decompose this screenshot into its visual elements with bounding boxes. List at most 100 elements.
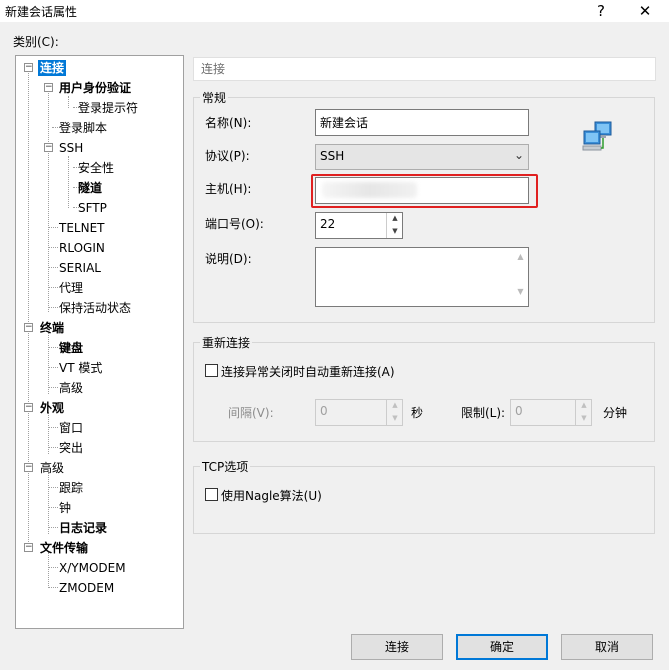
tree-line [48,472,49,534]
auto-reconnect-checkbox[interactable] [205,364,218,377]
tree-item-xymodem[interactable]: X/YMODEM [59,560,126,576]
collapse-icon[interactable]: − [24,543,33,552]
tree-item-highlight[interactable]: 突出 [59,440,83,456]
interval-spinner[interactable]: ▲ ▼ [386,400,403,425]
tree-line [48,247,58,248]
tree-item-telnet[interactable]: TELNET [59,220,105,236]
nagle-label: 使用Nagle算法(U) [221,489,322,503]
spin-down-icon[interactable]: ▼ [387,226,403,239]
tree-item-terminal-advanced[interactable]: 高级 [59,380,83,396]
spin-up-icon[interactable]: ▲ [387,213,403,226]
tree-item-keepalive[interactable]: 保持活动状态 [59,300,131,316]
chevron-down-icon: ⌄ [513,148,524,162]
tree-item-advanced[interactable]: 高级 [40,460,64,476]
collapse-icon[interactable]: − [24,403,33,412]
tree-item-logging[interactable]: 日志记录 [59,520,107,536]
tree-line [48,487,58,488]
tree-line [28,70,29,548]
tree-item-security[interactable]: 安全性 [78,160,114,176]
collapse-icon[interactable]: − [24,63,33,72]
tree-item-connection[interactable]: 连接 [38,60,67,76]
tree-item-proxy[interactable]: 代理 [59,280,83,296]
tree-item-trace[interactable]: 跟踪 [59,480,83,496]
tree-item-vt-mode[interactable]: VT 模式 [59,360,102,376]
category-label: 类别(C): [13,35,59,49]
tree-line [48,527,58,528]
tree-line [48,587,58,588]
tree-line [48,427,58,428]
tree-item-zmodem[interactable]: ZMODEM [59,580,114,596]
limit-value: 0 [515,404,523,418]
interval-unit: 秒 [411,406,424,420]
window-title: 新建会话属性 [5,5,78,19]
tree-item-file-transfer[interactable]: 文件传输 [40,540,88,556]
panel-header-title: 连接 [201,62,226,76]
collapse-icon[interactable]: − [44,143,53,152]
network-computers-icon [581,120,615,152]
tree-line [48,227,58,228]
tree-item-appearance[interactable]: 外观 [40,400,64,416]
protocol-label: 协议(P): [205,149,250,163]
tree-item-ssh[interactable]: SSH [59,140,83,156]
title-bar [0,0,669,22]
spin-up-icon[interactable]: ▲ [387,400,403,413]
host-label: 主机(H): [205,182,252,196]
highlight-box [311,174,538,208]
tree-item-user-auth[interactable]: 用户身份验证 [59,80,131,96]
tree-line [48,552,49,586]
tree-line [48,367,58,368]
reconnect-group-title: 重新连接 [200,334,253,351]
reconnect-group [193,342,655,442]
protocol-select[interactable]: SSH ⌄ [315,144,529,170]
limit-label: 限制(L): [461,406,506,420]
tree-line [68,96,69,108]
tree-item-serial[interactable]: SERIAL [59,260,101,276]
interval-value: 0 [320,404,328,418]
spin-down-icon[interactable]: ▼ [576,413,592,426]
spin-down-icon[interactable]: ▼ [387,413,403,426]
connect-button[interactable]: 连接 [351,634,443,660]
port-value: 22 [320,217,336,231]
collapse-icon[interactable]: − [24,463,33,472]
tree-item-window[interactable]: 窗口 [59,420,83,436]
tree-item-rlogin[interactable]: RLOGIN [59,240,105,256]
tree-item-terminal[interactable]: 终端 [40,320,64,336]
tree-line [48,267,58,268]
tree-item-sftp[interactable]: SFTP [78,200,107,216]
help-button[interactable]: ? [583,0,619,22]
name-field[interactable]: 新建会话 [315,109,529,136]
interval-label: 间隔(V): [228,406,274,420]
tree-item-bell[interactable]: 钟 [59,500,71,516]
tree-item-login-script[interactable]: 登录脚本 [59,120,107,136]
tree-item-keyboard[interactable]: 键盘 [59,340,83,356]
tree-line [48,307,58,308]
collapse-icon[interactable]: − [24,323,33,332]
panel-header [193,57,656,81]
tree-item-tunnel[interactable]: 隧道 [78,180,102,196]
general-group-title: 常规 [200,89,229,106]
port-label: 端口号(O): [205,217,264,231]
tree-item-login-prompt[interactable]: 登录提示符 [78,100,138,116]
description-field[interactable] [315,247,529,307]
port-spinner[interactable]: ▲ ▼ [386,213,403,238]
tree-line [48,387,58,388]
nagle-checkbox[interactable] [205,488,218,501]
tree-line [48,287,58,288]
tree-line [48,347,58,348]
name-label: 名称(N): [205,116,252,130]
auto-reconnect-label: 连接异常关闭时自动重新连接(A) [221,365,395,379]
tcp-group-title: TCP选项 [200,458,251,475]
spin-up-icon[interactable]: ▲ [576,400,592,413]
limit-spinner[interactable]: ▲ ▼ [575,400,592,425]
close-button[interactable]: ✕ [627,0,663,22]
cancel-button[interactable]: 取消 [561,634,653,660]
ok-button[interactable]: 确定 [456,634,548,660]
limit-unit: 分钟 [603,406,628,420]
protocol-value: SSH [320,149,345,163]
description-scrollbar[interactable]: ▲ ▼ [513,248,528,306]
description-label: 说明(D): [205,252,252,266]
collapse-icon[interactable]: − [44,83,53,92]
tree-line [48,447,58,448]
category-tree[interactable]: − − − − − − − 连接 用户身份验证 登录提示符 登录脚本 SSH 安… [15,55,184,629]
tree-line [48,567,58,568]
